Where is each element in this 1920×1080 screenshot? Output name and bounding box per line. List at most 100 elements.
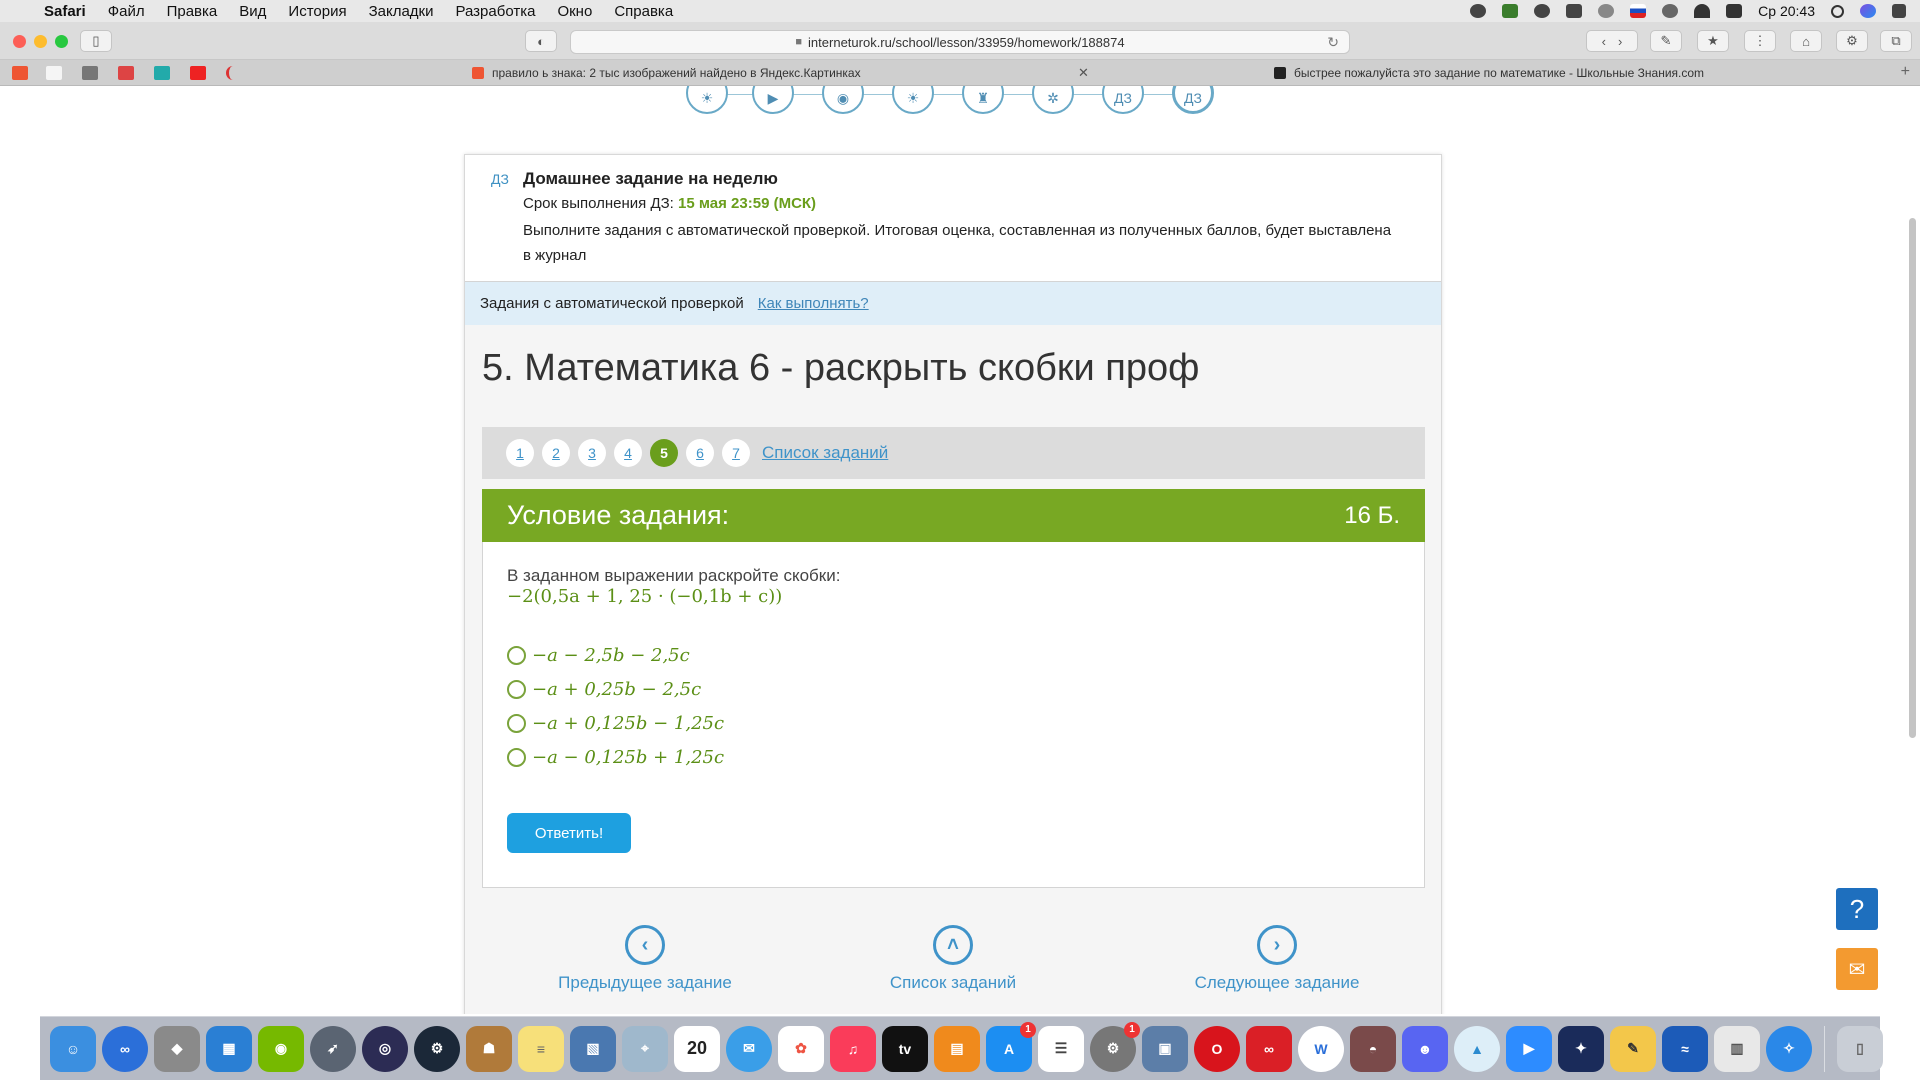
prev-task-link[interactable]: ‹ Предыдущее задание bbox=[545, 925, 745, 993]
control-center-icon[interactable] bbox=[1892, 4, 1906, 18]
molecule-icon[interactable]: ✲ bbox=[1032, 86, 1074, 114]
status-app-icon[interactable] bbox=[1502, 4, 1519, 18]
zoom-window-button[interactable] bbox=[55, 35, 68, 48]
menu-file[interactable]: Файл bbox=[108, 3, 145, 20]
youtube-bookmark-icon[interactable] bbox=[190, 66, 206, 80]
radio-button[interactable] bbox=[507, 679, 526, 699]
tabs-overview-icon[interactable]: ⧉ bbox=[1880, 30, 1912, 52]
finder-icon[interactable]: ☺ bbox=[50, 1025, 96, 1072]
webcam-icon[interactable]: ◉ bbox=[822, 86, 864, 114]
page-scrollbar[interactable] bbox=[1909, 218, 1916, 738]
apps-grid-icon[interactable]: ⋮ bbox=[1744, 30, 1776, 52]
submit-answer-button[interactable]: Ответить! bbox=[507, 813, 631, 853]
wifi-icon[interactable] bbox=[1694, 4, 1711, 18]
chat-icon[interactable]: ✉ bbox=[1836, 948, 1878, 990]
trophy-icon[interactable]: ♜ bbox=[962, 86, 1004, 114]
bookmark-icon[interactable]: ★ bbox=[1697, 30, 1729, 52]
status-app-icon[interactable] bbox=[1470, 4, 1487, 18]
how-to-link[interactable]: Как выполнять? bbox=[758, 295, 869, 312]
trash-icon[interactable]: ▯ bbox=[1837, 1025, 1883, 1072]
creative-cloud-icon[interactable]: ∞ bbox=[1246, 1025, 1292, 1072]
bookmark-icon[interactable] bbox=[46, 66, 62, 80]
steam-icon[interactable]: ⚙ bbox=[414, 1025, 460, 1072]
roblox-icon[interactable]: ◆ bbox=[154, 1025, 200, 1072]
task-number-3[interactable]: 3 bbox=[578, 439, 606, 467]
address-bar[interactable]: ■ interneturok.ru/school/lesson/33959/ho… bbox=[570, 30, 1350, 54]
system-preferences-icon[interactable]: ⚙ 1 bbox=[1090, 1021, 1140, 1072]
homework-step-icon[interactable]: ДЗ bbox=[1102, 86, 1144, 114]
opera-icon[interactable]: O bbox=[1194, 1025, 1240, 1072]
photos-icon[interactable]: ✿ bbox=[778, 1025, 824, 1072]
new-tab-icon[interactable]: + bbox=[1901, 63, 1910, 81]
radio-button[interactable] bbox=[507, 645, 526, 665]
task-number-5-current[interactable]: 5 bbox=[650, 439, 678, 467]
calendar-icon[interactable]: 20 bbox=[674, 1025, 720, 1072]
settings-gear-icon[interactable]: ⚙ bbox=[1836, 30, 1868, 52]
siri-icon[interactable]: ◎ bbox=[362, 1025, 408, 1072]
menu-edit[interactable]: Правка bbox=[167, 3, 218, 20]
discord-icon[interactable]: ☻ bbox=[1402, 1025, 1448, 1072]
status-app-icon[interactable] bbox=[1534, 4, 1551, 18]
pages-icon[interactable]: ✎ bbox=[1610, 1025, 1656, 1072]
siri-icon[interactable] bbox=[1860, 4, 1876, 18]
task-number-7[interactable]: 7 bbox=[722, 439, 750, 467]
answer-option[interactable]: −a + 0,125b − 1,25c bbox=[507, 706, 724, 740]
radio-button[interactable] bbox=[507, 747, 526, 767]
yandex-bookmark-icon[interactable] bbox=[12, 66, 28, 80]
reminders-icon[interactable]: ☰ bbox=[1038, 1025, 1084, 1072]
music-icon[interactable]: ♫ bbox=[830, 1025, 876, 1072]
menu-help[interactable]: Справка bbox=[614, 3, 673, 20]
forward-icon[interactable]: › bbox=[1618, 34, 1622, 49]
privacy-shield-icon[interactable]: ◐ bbox=[525, 30, 557, 52]
mail-bookmark-icon[interactable] bbox=[118, 66, 134, 80]
task-number-6[interactable]: 6 bbox=[686, 439, 714, 467]
books-icon[interactable]: ▤ bbox=[934, 1025, 980, 1072]
close-window-button[interactable] bbox=[13, 35, 26, 48]
bookmark-icon[interactable] bbox=[226, 66, 242, 80]
app-icon[interactable]: ▦ bbox=[206, 1025, 252, 1072]
messenger-icon[interactable]: ✉ bbox=[726, 1025, 772, 1072]
help-button[interactable]: ? bbox=[1836, 888, 1878, 930]
lightbulb-icon[interactable]: ☀ bbox=[892, 86, 934, 114]
menu-history[interactable]: История bbox=[288, 3, 346, 20]
nvidia-icon[interactable]: ◉ bbox=[258, 1025, 304, 1072]
next-task-link[interactable]: › Следующее задание bbox=[1177, 925, 1377, 993]
input-language-icon[interactable] bbox=[1630, 4, 1647, 18]
contacts-icon[interactable]: ☗ bbox=[466, 1025, 512, 1072]
clock[interactable]: Ср 20:43 bbox=[1758, 3, 1815, 19]
play-icon[interactable]: ▶ bbox=[752, 86, 794, 114]
status-app-icon[interactable] bbox=[1598, 4, 1615, 18]
homework-step-active-icon[interactable]: ДЗ bbox=[1172, 86, 1214, 114]
launchpad-icon[interactable]: ➶ bbox=[310, 1025, 356, 1072]
back-icon[interactable]: ‹ bbox=[1602, 34, 1606, 49]
task-list-link[interactable]: Список заданий bbox=[762, 443, 888, 463]
answer-option[interactable]: −a − 0,125b + 1,25c bbox=[507, 740, 724, 774]
menu-window[interactable]: Окно bbox=[557, 3, 592, 20]
lightbulb-icon[interactable]: ☀ bbox=[686, 86, 728, 114]
menu-develop[interactable]: Разработка bbox=[456, 3, 536, 20]
menu-app-name[interactable]: Safari bbox=[44, 3, 86, 20]
spotlight-icon[interactable] bbox=[1831, 4, 1844, 18]
bookmark-icon[interactable] bbox=[82, 66, 98, 80]
preview-icon[interactable]: ▧ bbox=[570, 1025, 616, 1072]
app-icon[interactable]: ✦ bbox=[1558, 1025, 1604, 1072]
answer-option[interactable]: −a − 2,5b − 2,5c bbox=[507, 638, 724, 672]
task-number-1[interactable]: 1 bbox=[506, 439, 534, 467]
minimize-window-button[interactable] bbox=[34, 35, 47, 48]
close-tab-icon[interactable]: ✕ bbox=[1078, 65, 1089, 81]
task-number-2[interactable]: 2 bbox=[542, 439, 570, 467]
bookmark-icon[interactable] bbox=[154, 66, 170, 80]
tab-znanija[interactable]: быстрее пожалуйста это задание по матема… bbox=[1274, 60, 1894, 86]
bluetooth-icon[interactable] bbox=[1662, 4, 1679, 18]
textedit-icon[interactable]: ▥ bbox=[1714, 1025, 1760, 1072]
sidebar-toggle-icon[interactable]: ▯ bbox=[80, 30, 112, 52]
safari-icon[interactable]: ✧ bbox=[1766, 1025, 1812, 1072]
status-app-icon[interactable] bbox=[1566, 4, 1583, 18]
reload-icon[interactable]: ↻ bbox=[1327, 34, 1339, 51]
menu-view[interactable]: Вид bbox=[239, 3, 266, 20]
app-icon[interactable]: ∞ bbox=[102, 1025, 148, 1072]
app-icon[interactable]: ▲ bbox=[1454, 1025, 1500, 1072]
app-icon[interactable]: W bbox=[1298, 1025, 1344, 1072]
tab-yandex-images[interactable]: правило ь знака: 2 тыс изображений найде… bbox=[472, 60, 1092, 86]
task-list-nav-link[interactable]: ˄ Список заданий bbox=[853, 925, 1053, 993]
